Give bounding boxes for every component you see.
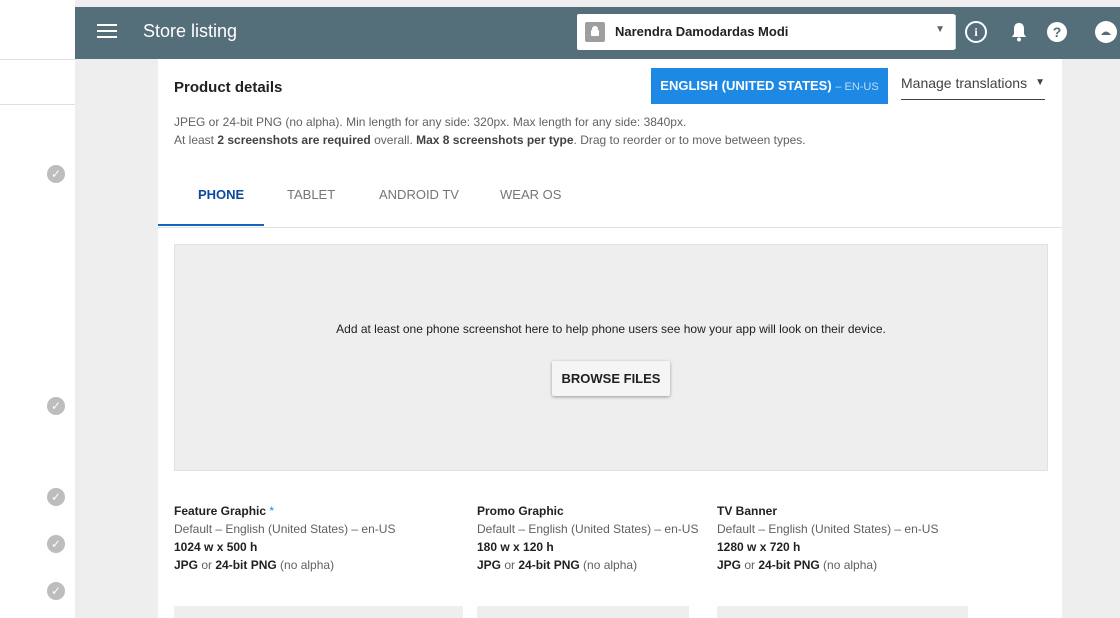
card-header: Product details ENGLISH (UNITED STATES) … xyxy=(158,59,1062,117)
section-title: Product details xyxy=(174,79,283,96)
nav-divider xyxy=(0,104,75,105)
graphic-title: TV Banner xyxy=(717,504,778,518)
graphic-format: JPG or 24-bit PNG (no alpha) xyxy=(477,558,638,572)
graphic-title: Feature Graphic xyxy=(174,504,267,518)
graphic-language: Default – English (United States) – en-U… xyxy=(717,522,939,536)
help-icon[interactable]: ? xyxy=(1047,22,1067,42)
top-app-bar: Store listing Narendra Damodardas Modi ▼… xyxy=(75,7,1120,59)
android-icon xyxy=(585,22,605,42)
info-icon[interactable]: i xyxy=(965,21,987,43)
language-code: – EN-US xyxy=(835,81,879,93)
req-text: . Drag to reorder or to move between typ… xyxy=(573,133,806,147)
tab-phone[interactable]: PHONE xyxy=(198,167,244,229)
profile-icon[interactable] xyxy=(1095,21,1117,43)
req-text: At least xyxy=(174,133,218,147)
check-circle-icon: ✓ xyxy=(47,488,65,506)
screenshot-requirements: JPEG or 24-bit PNG (no alpha). Min lengt… xyxy=(174,115,687,129)
graphic-title: Promo Graphic xyxy=(477,504,564,518)
account-name: Narendra Damodardas Modi xyxy=(615,24,789,39)
tv-banner-info: TV Banner Default – English (United Stat… xyxy=(717,502,938,574)
menu-icon[interactable] xyxy=(97,20,117,44)
graphic-format: JPG or 24-bit PNG (no alpha) xyxy=(717,558,878,572)
graphic-size: 180 w x 120 h xyxy=(477,540,554,554)
check-circle-icon: ✓ xyxy=(47,397,65,415)
check-circle-icon: ✓ xyxy=(47,582,65,600)
nav-divider xyxy=(0,59,75,60)
promo-graphic-info: Promo Graphic Default – English (United … xyxy=(477,502,698,574)
dropdown-arrow-icon: ▼ xyxy=(1035,77,1045,88)
dropdown-arrow-icon: ▼ xyxy=(935,24,945,35)
feature-graphic-upload[interactable] xyxy=(174,606,463,618)
left-nav-panel: ✓ ✓ ✓ ✓ ✓ xyxy=(0,0,75,618)
screenshot-dropzone[interactable]: Add at least one phone screenshot here t… xyxy=(174,244,1048,471)
required-marker: * xyxy=(269,504,275,518)
account-selector[interactable]: Narendra Damodardas Modi ▼ xyxy=(577,14,955,50)
check-circle-icon: ✓ xyxy=(47,535,65,553)
graphic-size: 1280 w x 720 h xyxy=(717,540,801,554)
manage-translations-dropdown[interactable]: Manage translations ▼ xyxy=(901,75,1045,100)
check-circle-icon: ✓ xyxy=(47,165,65,183)
graphic-language: Default – English (United States) – en-U… xyxy=(477,522,699,536)
manage-translations-label: Manage translations xyxy=(901,75,1028,91)
device-tabs: PHONE TABLET ANDROID TV WEAR OS xyxy=(174,167,1062,229)
screenshot-count-requirements: At least 2 screenshots are required over… xyxy=(174,133,806,147)
language-button[interactable]: ENGLISH (UNITED STATES) – EN-US xyxy=(651,68,888,104)
graphic-language: Default – English (United States) – en-U… xyxy=(174,522,396,536)
language-label: ENGLISH (UNITED STATES) xyxy=(660,78,832,93)
browse-files-button[interactable]: BROWSE FILES xyxy=(552,361,670,396)
tabs-divider xyxy=(158,227,1062,228)
app-bar-divider xyxy=(955,15,956,49)
graphic-format: JPG or 24-bit PNG (no alpha) xyxy=(174,558,335,572)
promo-graphic-upload[interactable] xyxy=(477,606,689,618)
page-title: Store listing xyxy=(143,21,238,41)
tab-android-tv[interactable]: ANDROID TV xyxy=(379,167,459,229)
tab-tablet[interactable]: TABLET xyxy=(287,167,335,229)
tv-banner-upload[interactable] xyxy=(717,606,968,618)
active-tab-indicator xyxy=(158,224,264,226)
req-text: overall. xyxy=(370,133,417,147)
notifications-icon[interactable] xyxy=(1010,21,1028,43)
dropzone-message: Add at least one phone screenshot here t… xyxy=(336,322,886,336)
req-bold-text: 2 screenshots are required xyxy=(217,133,371,147)
product-details-card: Product details ENGLISH (UNITED STATES) … xyxy=(158,59,1062,618)
feature-graphic-info: Feature Graphic * Default – English (Uni… xyxy=(174,502,395,574)
req-bold-text: Max 8 screenshots per type xyxy=(416,133,574,147)
tab-wear-os[interactable]: WEAR OS xyxy=(500,167,561,229)
graphic-size: 1024 w x 500 h xyxy=(174,540,258,554)
